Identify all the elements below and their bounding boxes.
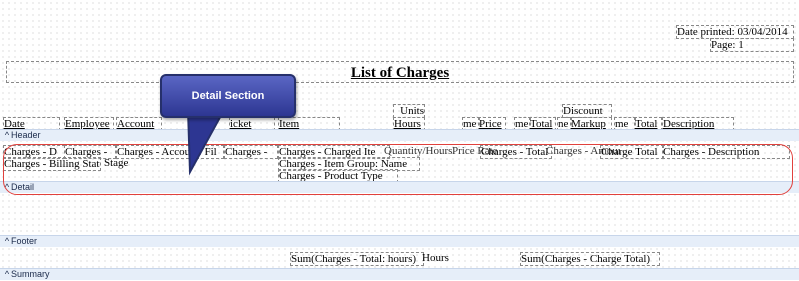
caret-up-icon[interactable]: ^ (3, 236, 11, 247)
detail-section-callout: Detail Section (160, 74, 296, 118)
footer-hours-label[interactable]: Hours (422, 252, 452, 264)
footer-sum-charge-total-field[interactable]: Sum(Charges - Charge Total) (520, 252, 660, 266)
page-number-field[interactable]: Page: 1 (710, 38, 794, 52)
detail-quantity-field[interactable]: Quantity/Hours (384, 145, 456, 157)
detail-description-field[interactable]: Charges - Description (662, 145, 790, 159)
callout-label: Detail Section (191, 90, 265, 102)
detail-charge-total-field[interactable]: Charge Total (600, 145, 664, 159)
col-header-units[interactable]: Units (393, 104, 425, 118)
detail-stage-field[interactable]: Stage (104, 157, 144, 169)
col-header-discount[interactable]: Discount (562, 104, 612, 118)
caret-up-icon[interactable]: ^ (3, 182, 11, 193)
detail-band[interactable]: ^ Detail (0, 181, 799, 193)
report-title: List of Charges (350, 65, 450, 81)
header-band-label: Header (11, 130, 41, 140)
date-printed-field[interactable]: Date printed: 03/04/2014 (676, 25, 794, 39)
detail-total-field[interactable]: Charges - Total (480, 145, 552, 159)
report-title-box[interactable]: List of Charges (6, 61, 794, 83)
summary-band[interactable]: ^ Summary (0, 268, 799, 280)
header-band[interactable]: ^ Header (0, 129, 799, 141)
callout-pointer (186, 109, 226, 176)
footer-sum-hours-field[interactable]: Sum(Charges - Total: hours) (290, 252, 424, 266)
footer-band[interactable]: ^ Footer (0, 235, 799, 247)
footer-band-label: Footer (11, 236, 38, 246)
detail-band-label: Detail (11, 182, 35, 192)
caret-up-icon[interactable]: ^ (3, 269, 11, 280)
detail-billing-status-field[interactable]: Charges - Billing Status (3, 157, 101, 171)
caret-up-icon[interactable]: ^ (3, 130, 11, 141)
summary-band-label: Summary (11, 269, 50, 279)
